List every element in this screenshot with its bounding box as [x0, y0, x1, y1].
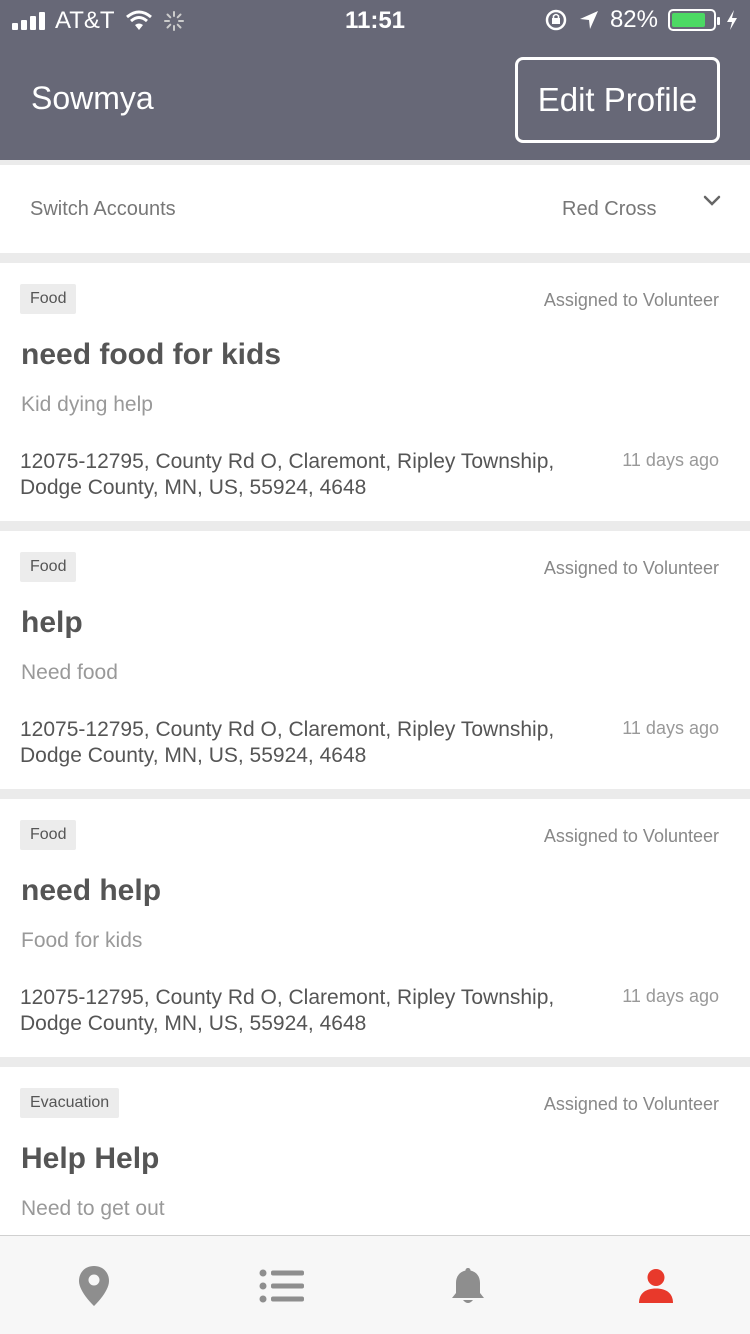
category-tag: Evacuation — [20, 1088, 120, 1118]
request-description: Need food — [21, 661, 118, 684]
request-title: help — [21, 606, 83, 639]
chevron-down-icon[interactable] — [700, 192, 724, 210]
category-tag: Food — [20, 552, 77, 582]
battery-icon — [668, 9, 720, 31]
battery-level — [672, 13, 705, 27]
map-pin-icon — [79, 1266, 109, 1306]
request-status: Assigned to Volunteer — [543, 826, 719, 846]
tab-bar — [0, 1235, 750, 1334]
request-time: 11 days ago — [622, 718, 719, 738]
request-card[interactable]: Evacuation Assigned to Volunteer Help He… — [0, 1067, 750, 1235]
status-bar: AT&T 11:51 82% — [0, 0, 750, 40]
bell-icon — [452, 1268, 484, 1303]
rotation-lock-icon — [545, 9, 567, 31]
request-address: 12075-12795, County Rd O, Claremont, Rip… — [20, 450, 555, 499]
request-card[interactable]: Food Assigned to Volunteer need food for… — [0, 263, 750, 521]
request-title: need food for kids — [21, 338, 282, 371]
tab-list[interactable] — [252, 1261, 312, 1311]
status-bar-right: 82% — [544, 6, 738, 34]
charging-bolt-icon — [727, 10, 737, 30]
request-description: Kid dying help — [21, 393, 153, 416]
request-status: Assigned to Volunteer — [543, 558, 719, 578]
profile-name-title: Sowmya — [31, 80, 154, 116]
tab-profile[interactable] — [626, 1261, 686, 1311]
switch-accounts-label: Switch Accounts — [30, 198, 176, 220]
person-icon — [639, 1269, 673, 1303]
list-icon — [259, 1269, 304, 1303]
request-description: Need to get out — [21, 1197, 165, 1220]
app-header: AT&T 11:51 82% Sowmya Edit Profile — [0, 0, 750, 160]
request-title: Help Help — [21, 1142, 160, 1175]
location-arrow-icon — [579, 11, 598, 29]
tab-notifications[interactable] — [438, 1261, 498, 1311]
tab-map[interactable] — [64, 1261, 124, 1311]
category-tag: Food — [20, 820, 77, 850]
request-address: 12075-12795, County Rd O, Claremont, Rip… — [20, 718, 555, 767]
request-time: 11 days ago — [622, 450, 719, 470]
account-selected-value[interactable]: Red Cross — [562, 198, 656, 221]
edit-profile-button[interactable]: Edit Profile — [515, 57, 720, 143]
switch-accounts-row[interactable]: Switch Accounts Red Cross — [0, 165, 750, 253]
request-card[interactable]: Food Assigned to Volunteer need help Foo… — [0, 799, 750, 1057]
request-status: Assigned to Volunteer — [543, 1094, 719, 1114]
request-description: Food for kids — [21, 929, 143, 952]
request-status: Assigned to Volunteer — [543, 290, 719, 310]
request-card[interactable]: Food Assigned to Volunteer help Need foo… — [0, 531, 750, 789]
request-address: 12075-12795, County Rd O, Claremont, Rip… — [20, 986, 555, 1035]
request-time: 11 days ago — [622, 986, 719, 1006]
request-title: need help — [21, 874, 162, 907]
category-tag: Food — [20, 284, 77, 314]
battery-percent: 82% — [609, 6, 658, 33]
